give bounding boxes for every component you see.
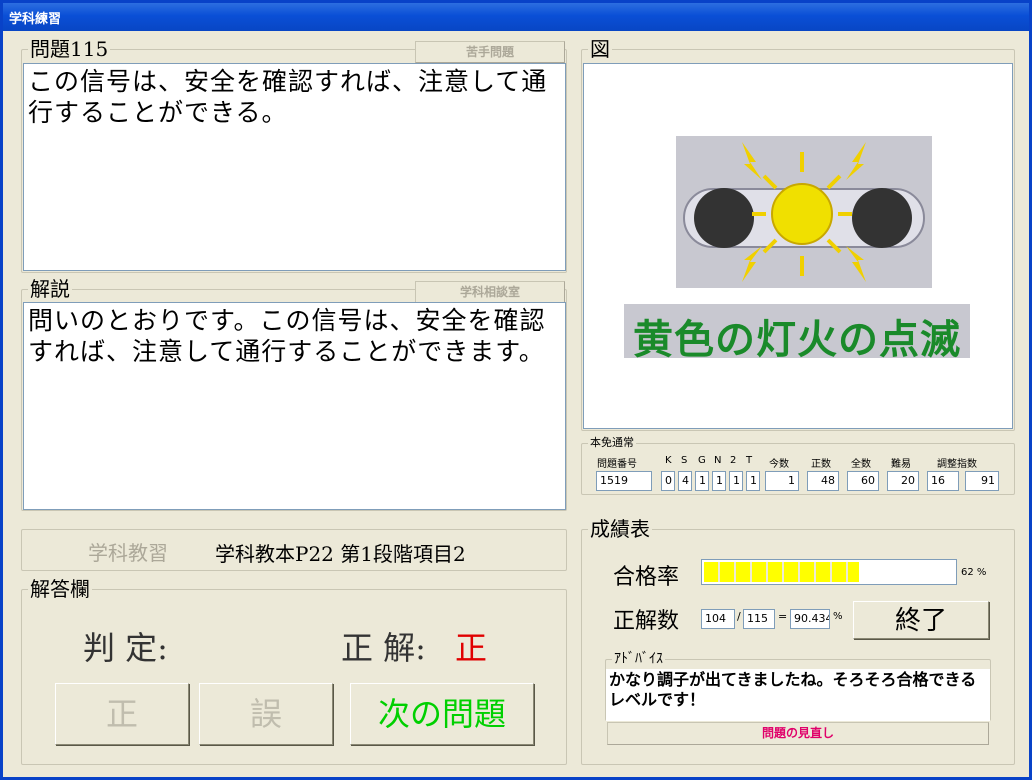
stat-header-s: S [681, 455, 688, 466]
pass-rate-bar [701, 559, 957, 585]
stat-value-s: 4 [678, 471, 692, 491]
stat-value-g: 1 [695, 471, 709, 491]
stat-value-correct: 48 [807, 471, 839, 491]
correct-answer-value: 正 [455, 629, 488, 667]
slash-separator: / [737, 610, 741, 623]
stat-value-current: 1 [765, 471, 799, 491]
advice-heading: ｱﾄﾞﾊﾞｲｽ [612, 651, 665, 667]
figure-heading: 図 [588, 37, 612, 61]
figure-panel [583, 63, 1013, 429]
answer-wrong-button[interactable]: 誤 [199, 683, 333, 745]
stat-header-current: 今数 [769, 459, 789, 470]
stat-header-difficulty: 難易 [891, 459, 911, 470]
stat-header-adjust: 調整指数 [937, 459, 977, 470]
textbook-button[interactable]: 学科教習 [53, 537, 203, 565]
correct-answer-label: 正 解: [341, 629, 426, 667]
percent-sign: % [833, 611, 843, 622]
question-text: この信号は、安全を確認すれば、注意して通行することができる。 [23, 63, 566, 271]
pass-rate-fill [704, 562, 859, 582]
stat-header-2: 2 [730, 455, 737, 466]
weak-question-button[interactable]: 苦手問題 [415, 41, 565, 63]
stat-value-adjust-1: 16 [927, 471, 959, 491]
pass-rate-text: 62 % [961, 567, 987, 578]
stat-value-total: 60 [847, 471, 879, 491]
judgment-label: 判 定: [83, 629, 168, 667]
stat-header-correct: 正数 [811, 459, 831, 470]
consult-room-button[interactable]: 学科相談室 [415, 281, 565, 303]
stat-header-g: G [698, 455, 706, 466]
app-window: 学科練習 問題115 苦手問題 この信号は、安全を確認すれば、注意して通行するこ… [0, 0, 1032, 780]
correct-count-label: 正解数 [613, 609, 680, 634]
ratio-field: 90.4347 [790, 609, 830, 629]
title-bar: 学科練習 [3, 3, 1029, 31]
question-number: 問題115 [28, 37, 111, 61]
stat-value-difficulty: 20 [887, 471, 919, 491]
equals-sign: = [778, 610, 788, 623]
stat-header-question-no: 問題番号 [597, 459, 637, 470]
grades-heading: 成績表 [588, 517, 652, 541]
stat-value-t: 1 [746, 471, 760, 491]
advice-text: かなり調子が出てきましたね。そろそろ合格できるレベルです！ [606, 669, 990, 721]
stat-header-n: N [714, 455, 722, 466]
next-question-button[interactable]: 次の問題 [350, 683, 534, 745]
textbook-reference: 学科教本P22 第1段階項目2 [215, 542, 466, 566]
explanation-text: 問いのとおりです。この信号は、安全を確認すれば、注意して通行することができます。 [23, 302, 566, 510]
stat-value-adjust-2: 91 [965, 471, 999, 491]
review-questions-button[interactable]: 問題の見直し [607, 722, 989, 745]
stats-heading: 本免通常 [588, 436, 636, 450]
traffic-signal-yellow-flashing-icon [624, 136, 970, 358]
pass-rate-label: 合格率 [613, 565, 680, 590]
stat-header-k: K [665, 455, 672, 466]
stat-header-t: T [746, 455, 753, 466]
answer-heading: 解答欄 [28, 577, 92, 601]
stat-value-question-no: 1519 [596, 471, 652, 491]
correct-count-field: 104 [701, 609, 735, 629]
stat-value-k: 0 [661, 471, 675, 491]
stat-value-2: 1 [729, 471, 743, 491]
exit-button[interactable]: 終了 [853, 601, 989, 639]
figure-caption: 黄色の灯火の点滅 [633, 317, 961, 363]
window-title: 学科練習 [9, 12, 62, 27]
total-count-field: 115 [743, 609, 775, 629]
explanation-heading: 解説 [28, 277, 72, 301]
answer-correct-button[interactable]: 正 [55, 683, 189, 745]
stat-value-n: 1 [712, 471, 726, 491]
stat-header-total: 全数 [851, 459, 871, 470]
